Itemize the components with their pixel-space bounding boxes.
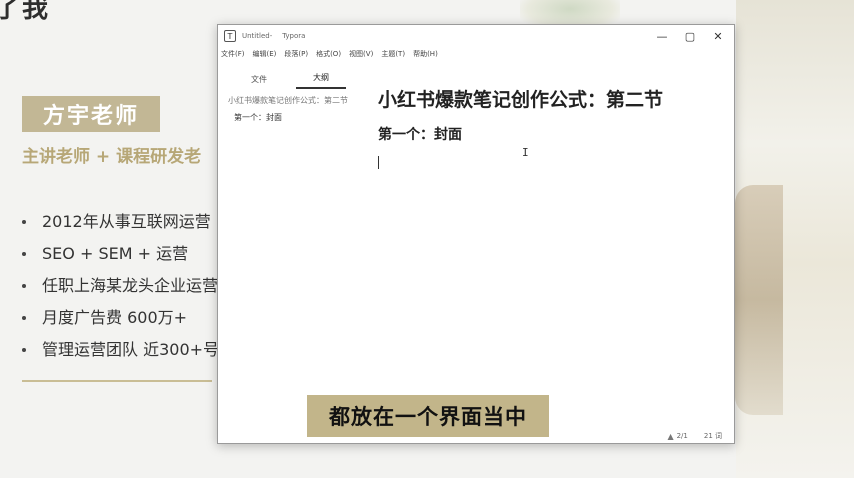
line-count: 2/1 bbox=[676, 432, 688, 440]
video-subtitle: 都放在一个界面当中 bbox=[307, 395, 549, 437]
bio-bullet: 2012年从事互联网运营 bbox=[20, 206, 219, 238]
outline-item-heading1[interactable]: 小红书爆款笔记创作公式：第二节 bbox=[228, 95, 350, 106]
document-heading2[interactable]: 第一个：封面 bbox=[378, 124, 714, 144]
bio-bullet: 管理运营团队 近300+号 bbox=[20, 334, 219, 366]
typora-window: T Untitled- Typora — ▢ ✕ 文件(F) 编辑(E) 段落(P… bbox=[217, 24, 735, 444]
bio-bullet-list: 2012年从事互联网运营 SEO + SEM + 运营 任职上海某龙头企业运营 … bbox=[20, 206, 219, 366]
status-bar: ▲ 2/1 21 词 bbox=[667, 431, 722, 441]
decorative-figure bbox=[735, 185, 783, 415]
title-bar[interactable]: T Untitled- Typora — ▢ ✕ bbox=[218, 25, 734, 47]
slide-title: 了我 bbox=[0, 0, 51, 24]
sidebar: 文件 大纲 小红书爆款笔记创作公式：第二节 第一个：封面 bbox=[218, 65, 358, 443]
word-count[interactable]: 21 词 bbox=[704, 431, 722, 441]
app-name: Typora bbox=[282, 32, 306, 40]
typora-app-icon: T bbox=[224, 30, 236, 42]
menu-theme[interactable]: 主题(T) bbox=[381, 49, 405, 59]
sidebar-tabs: 文件 大纲 bbox=[218, 65, 358, 89]
editor-area[interactable]: 小红书爆款笔记创作公式：第二节 第一个：封面 I bbox=[378, 85, 714, 423]
menu-format[interactable]: 格式(O) bbox=[316, 49, 341, 59]
bio-bullet: 任职上海某龙头企业运营 bbox=[20, 270, 219, 302]
menu-paragraph[interactable]: 段落(P) bbox=[284, 49, 308, 59]
tab-files[interactable]: 文件 bbox=[234, 74, 284, 89]
teacher-role: 主讲老师 + 课程研发老 bbox=[22, 147, 202, 167]
text-caret bbox=[378, 156, 379, 169]
outline-panel: 小红书爆款笔记创作公式：第二节 第一个：封面 bbox=[218, 89, 358, 123]
menu-bar: 文件(F) 编辑(E) 段落(P) 格式(O) 视图(V) 主题(T) 帮助(H… bbox=[218, 47, 734, 60]
bio-bullet: SEO + SEM + 运营 bbox=[20, 238, 219, 270]
document-name: Untitled- bbox=[242, 32, 273, 40]
menu-file[interactable]: 文件(F) bbox=[221, 49, 245, 59]
menu-view[interactable]: 视图(V) bbox=[349, 49, 373, 59]
outline-item-heading2[interactable]: 第一个：封面 bbox=[228, 112, 350, 123]
minimize-button[interactable]: — bbox=[648, 25, 676, 47]
menu-edit[interactable]: 编辑(E) bbox=[253, 49, 277, 59]
ibeam-cursor-icon: I bbox=[522, 146, 529, 159]
tab-outline[interactable]: 大纲 bbox=[296, 72, 346, 89]
teacher-name-badge: 方宇老师 bbox=[22, 96, 160, 132]
menu-help[interactable]: 帮助(H) bbox=[413, 49, 438, 59]
slide-divider bbox=[22, 380, 212, 382]
window-controls: — ▢ ✕ bbox=[648, 25, 732, 47]
close-button[interactable]: ✕ bbox=[704, 25, 732, 47]
window-title: Untitled- Typora bbox=[242, 32, 305, 40]
warning-icon[interactable]: ▲ bbox=[667, 432, 673, 441]
maximize-button[interactable]: ▢ bbox=[676, 25, 704, 47]
document-heading1[interactable]: 小红书爆款笔记创作公式：第二节 bbox=[378, 85, 714, 112]
bio-bullet: 月度广告费 600万+ bbox=[20, 302, 219, 334]
